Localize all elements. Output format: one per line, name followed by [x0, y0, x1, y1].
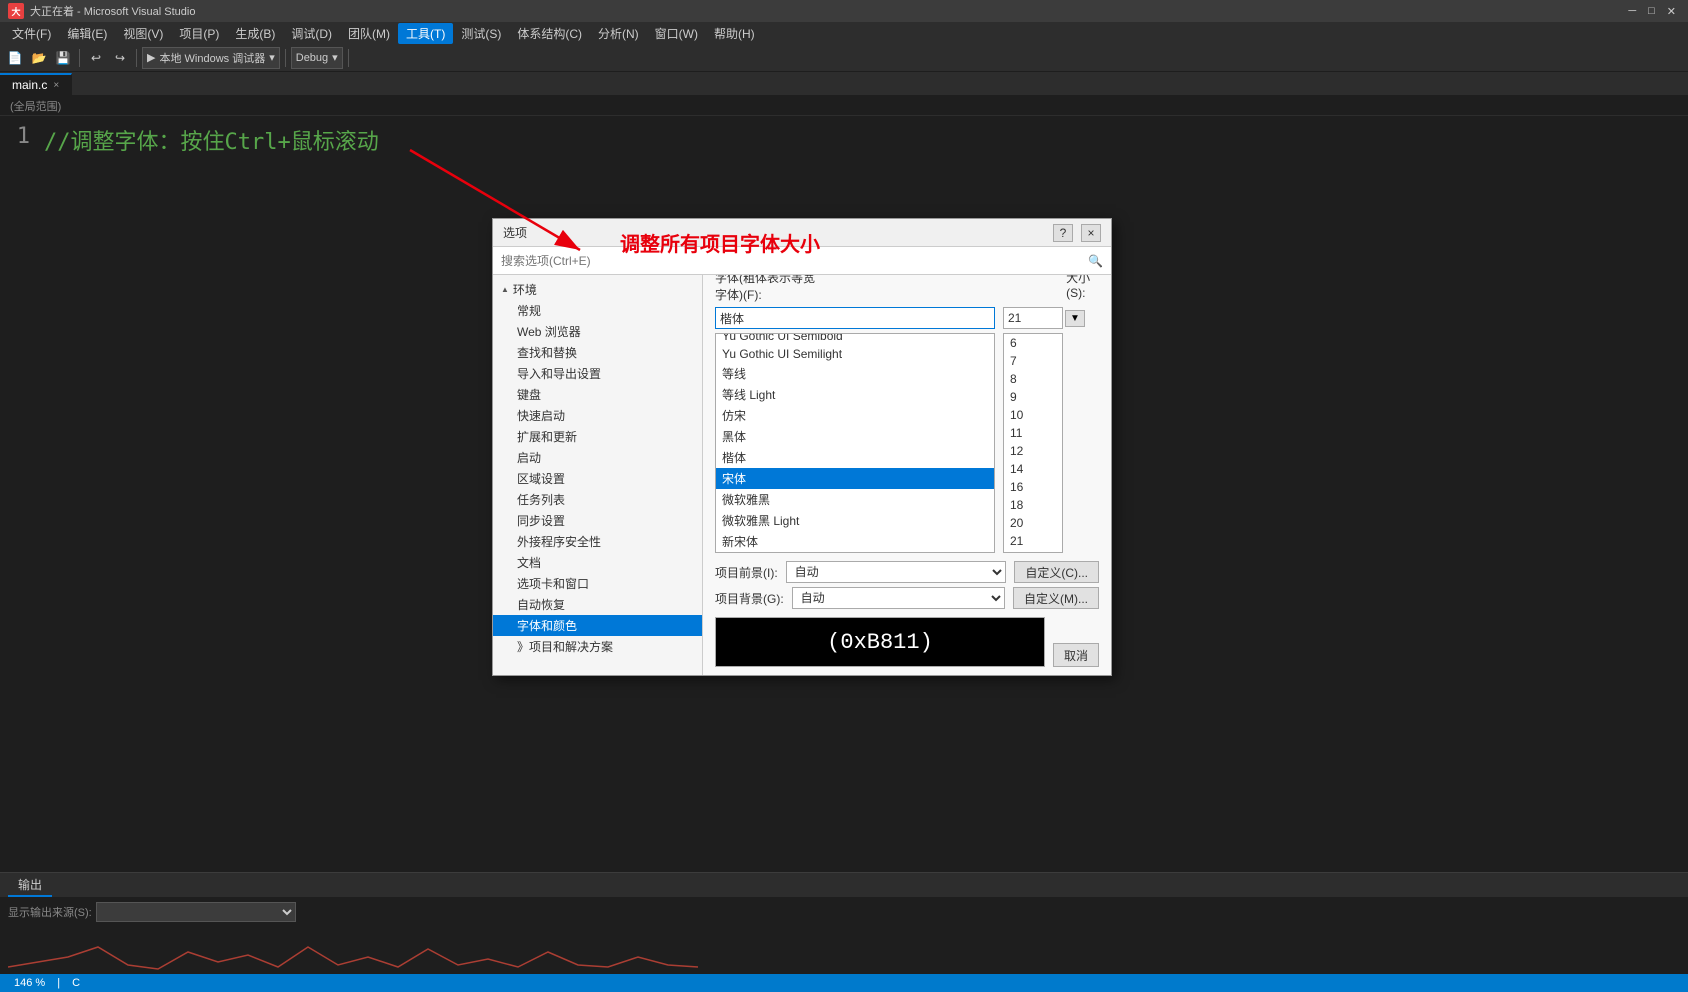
dialog-nav: ▲ 环境 常规Web 浏览器查找和替换导入和导出设置键盘快速启动扩展和更新启动区…: [493, 275, 703, 675]
cancel-btn[interactable]: 取消: [1053, 643, 1099, 667]
nav-item-9[interactable]: 任务列表: [493, 489, 702, 510]
nav-item-13[interactable]: 选项卡和窗口: [493, 573, 702, 594]
nav-item-4[interactable]: 键盘: [493, 384, 702, 405]
size-list-item-11[interactable]: 21: [1004, 532, 1062, 550]
font-lists-row: Sitka TextSitka Text SemiboldSketchFlow …: [715, 333, 1099, 553]
font-list-item-25[interactable]: 楷体: [716, 447, 994, 468]
size-list-item-0[interactable]: 6: [1004, 334, 1062, 352]
size-list-item-2[interactable]: 8: [1004, 370, 1062, 388]
nav-item-2[interactable]: 查找和替换: [493, 342, 702, 363]
font-col-label: 字体(粗体表示等宽字体)(F):: [715, 275, 826, 303]
search-icon: 🔍: [1088, 254, 1103, 268]
nav-item-10[interactable]: 同步设置: [493, 510, 702, 531]
size-list-item-3[interactable]: 9: [1004, 388, 1062, 406]
size-list-item-1[interactable]: 7: [1004, 352, 1062, 370]
foreground-select[interactable]: 自动: [786, 561, 1007, 583]
size-list-item-6[interactable]: 12: [1004, 442, 1062, 460]
preview-text: (0xB811): [827, 630, 933, 655]
dialog-body: ▲ 环境 常规Web 浏览器查找和替换导入和导出设置键盘快速启动扩展和更新启动区…: [493, 275, 1111, 675]
size-list-item-12[interactable]: 22: [1004, 550, 1062, 553]
font-size-input[interactable]: [1003, 307, 1063, 329]
font-input-row: ▼: [715, 307, 1099, 329]
size-list-item-8[interactable]: 16: [1004, 478, 1062, 496]
dialog-overlay: 选项 ? × 🔍 ▲ 环境 常规Web 浏览器查找和替换导入和导出设置键盘快速启…: [0, 0, 1688, 992]
font-list-item-29[interactable]: 新宋体: [716, 531, 994, 552]
font-list-item-22[interactable]: 等线 Light: [716, 384, 994, 405]
font-name-input[interactable]: [715, 307, 995, 329]
nav-item-15[interactable]: 字体和颜色: [493, 615, 702, 636]
size-list-item-5[interactable]: 11: [1004, 424, 1062, 442]
preview-row: (0xB811) 取消: [715, 617, 1099, 667]
nav-item-7[interactable]: 启动: [493, 447, 702, 468]
options-dialog: 选项 ? × 🔍 ▲ 环境 常规Web 浏览器查找和替换导入和导出设置键盘快速启…: [492, 218, 1112, 676]
nav-item-1[interactable]: Web 浏览器: [493, 321, 702, 342]
nav-item-12[interactable]: 文档: [493, 552, 702, 573]
size-col-label: 大小(S):: [1066, 275, 1099, 303]
background-select[interactable]: 自动: [792, 587, 1005, 609]
nav-section-label: 环境: [513, 281, 537, 298]
size-dropdown-arrow[interactable]: ▼: [1065, 310, 1085, 327]
nav-item-16[interactable]: 》项目和解决方案: [493, 636, 702, 657]
font-preview-box: (0xB811): [715, 617, 1045, 667]
nav-item-0[interactable]: 常规: [493, 300, 702, 321]
red-annotation-title: 调整所有项目字体大小: [620, 228, 820, 257]
font-list-item-20[interactable]: Yu Gothic UI Semilight: [716, 345, 994, 363]
size-list-item-4[interactable]: 10: [1004, 406, 1062, 424]
font-list-item-21[interactable]: 等线: [716, 363, 994, 384]
nav-item-11[interactable]: 外接程序安全性: [493, 531, 702, 552]
foreground-label: 项目前景(I):: [715, 564, 778, 581]
font-section: 字体(粗体表示等宽字体)(F): 大小(S): ▼ Sitka TextSitk: [715, 275, 1099, 667]
background-label: 项目背景(G):: [715, 590, 784, 607]
nav-item-6[interactable]: 扩展和更新: [493, 426, 702, 447]
dialog-close-btn[interactable]: ×: [1081, 224, 1101, 242]
customize-foreground-btn[interactable]: 自定义(C)...: [1014, 561, 1099, 583]
font-list-item-28[interactable]: 微软雅黑 Light: [716, 510, 994, 531]
nav-item-3[interactable]: 导入和导出设置: [493, 363, 702, 384]
font-list[interactable]: Sitka TextSitka Text SemiboldSketchFlow …: [715, 333, 995, 553]
font-list-item-23[interactable]: 仿宋: [716, 405, 994, 426]
nav-item-14[interactable]: 自动恢复: [493, 594, 702, 615]
size-list-item-7[interactable]: 14: [1004, 460, 1062, 478]
nav-item-8[interactable]: 区域设置: [493, 468, 702, 489]
nav-items: 常规Web 浏览器查找和替换导入和导出设置键盘快速启动扩展和更新启动区域设置任务…: [493, 300, 702, 657]
size-list[interactable]: 6789101112141618202122242628364872: [1003, 333, 1063, 553]
size-list-item-10[interactable]: 20: [1004, 514, 1062, 532]
nav-triangle-icon: ▲: [501, 285, 509, 294]
customize-background-btn[interactable]: 自定义(M)...: [1013, 587, 1099, 609]
background-row: 项目背景(G): 自动 自定义(M)...: [715, 587, 1099, 609]
font-list-item-26[interactable]: 宋体: [716, 468, 994, 489]
nav-section-env[interactable]: ▲ 环境: [493, 279, 702, 300]
dialog-help-btn[interactable]: ?: [1053, 224, 1073, 242]
font-list-item-27[interactable]: 微软雅黑: [716, 489, 994, 510]
foreground-row: 项目前景(I): 自动 自定义(C)...: [715, 561, 1099, 583]
font-list-item-24[interactable]: 黑体: [716, 426, 994, 447]
size-list-item-9[interactable]: 18: [1004, 496, 1062, 514]
font-section-header: 字体(粗体表示等宽字体)(F): 大小(S):: [715, 275, 1099, 303]
nav-item-5[interactable]: 快速启动: [493, 405, 702, 426]
dialog-content: 显示其设置(T): 文本编辑器 使用默认值(U) 字体(粗体表示等宽字体)(F)…: [703, 275, 1111, 675]
font-list-item-19[interactable]: Yu Gothic UI Semibold: [716, 333, 994, 345]
